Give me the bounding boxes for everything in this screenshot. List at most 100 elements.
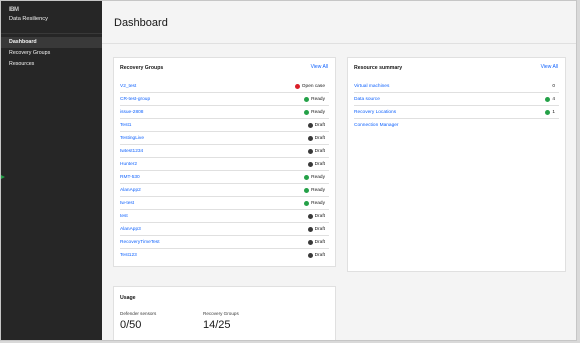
status-badge: Draft	[307, 226, 329, 232]
status-badge: Draft	[307, 239, 329, 245]
status-badge: Draft	[307, 135, 329, 141]
status-badge: Draft	[307, 148, 329, 154]
recovery-group-link[interactable]: Test1	[120, 123, 131, 128]
status-badge: Ready	[304, 200, 329, 206]
status-dot-icon	[294, 83, 300, 89]
usage-card: Usage Defender sensors 0/50 Recovery Gro…	[113, 286, 336, 340]
table-row: RecoveryTimeTest Draft	[120, 236, 329, 249]
table-row: CR-test-group Ready	[120, 93, 329, 106]
count-value: 4	[552, 96, 555, 102]
status-dot-icon	[307, 253, 313, 258]
recovery-group-link[interactable]: tw-test	[120, 201, 134, 206]
main-content: Dashboard Recovery Groups View All V2_te…	[102, 1, 576, 340]
status-dot-icon	[307, 239, 313, 245]
recovery-group-link[interactable]: TestingLive	[120, 136, 144, 141]
sidebar: IBM Data Resiliency Dashboard Recovery G…	[1, 1, 102, 340]
sidebar-item-recovery-groups[interactable]: Recovery Groups	[1, 48, 102, 59]
recovery-group-link[interactable]: RMT-530	[120, 175, 140, 180]
status-dot-icon	[545, 109, 551, 115]
resource-link[interactable]: Virtual machines	[354, 84, 389, 89]
status-text: Open case	[301, 83, 325, 89]
expand-arrow-icon[interactable]	[1, 175, 5, 179]
sidebar-item-dashboard[interactable]: Dashboard	[1, 37, 102, 48]
status-dot-icon	[304, 187, 310, 193]
table-row: V2_test Open case	[120, 80, 329, 93]
recovery-group-link[interactable]: test	[120, 214, 128, 219]
table-row: Hunter2 Draft	[120, 158, 329, 171]
status-dot-icon	[307, 135, 313, 141]
status-text: Ready	[311, 200, 325, 206]
recovery-group-link[interactable]: twtest1234	[120, 149, 143, 154]
status-text: Draft	[314, 239, 325, 245]
status-text: Ready	[311, 109, 325, 115]
status-dot-icon	[307, 148, 313, 154]
resource-link[interactable]: Connection Manager	[354, 123, 399, 128]
table-row: Virtual machines 0	[354, 80, 559, 93]
status-dot-icon	[304, 109, 310, 115]
status-badge: Ready	[304, 109, 329, 115]
sidebar-item-resources[interactable]: Resources	[1, 59, 102, 70]
table-row: AlanApp3 Draft	[120, 223, 329, 236]
table-row: AlanApp2 Ready	[120, 184, 329, 197]
status-text: Draft	[314, 161, 325, 167]
status-badge: Ready	[304, 187, 329, 193]
resource-summary-card: Resource summary View All Virtual machin…	[347, 57, 566, 272]
status-badge: Draft	[307, 253, 329, 258]
table-row: Test123 Draft	[120, 249, 329, 262]
recovery-group-link[interactable]: CR-test-group	[120, 97, 150, 102]
resource-count: 1	[545, 109, 559, 115]
status-badge: Draft	[307, 161, 329, 167]
side-nav: Dashboard Recovery Groups Resources	[1, 37, 102, 70]
status-dot-icon	[545, 96, 551, 102]
status-badge: Draft	[307, 213, 329, 219]
recovery-groups-list: V2_test Open case CR-test-group Ready issue-…	[114, 80, 335, 262]
status-text: Ready	[311, 187, 325, 193]
recovery-group-link[interactable]: issue-2808	[120, 110, 143, 115]
table-row: Data source 4	[354, 93, 559, 106]
table-row: Connection Manager	[354, 119, 559, 132]
resource-link[interactable]: Data source	[354, 97, 380, 102]
status-dot-icon	[307, 213, 313, 219]
table-row: TestingLive Draft	[120, 132, 329, 145]
table-row: Test1 Draft	[120, 119, 329, 132]
view-all-recovery-groups-link[interactable]: View All	[311, 64, 328, 70]
resource-count: 0	[552, 84, 559, 89]
status-text: Draft	[314, 253, 325, 258]
table-row: test Draft	[120, 210, 329, 223]
recovery-group-link[interactable]: AlanApp2	[120, 188, 141, 193]
status-text: Draft	[314, 135, 325, 141]
brand[interactable]: IBM Data Resiliency	[1, 1, 102, 34]
status-dot-icon	[304, 174, 310, 180]
recovery-group-link[interactable]: AlanApp3	[120, 227, 141, 232]
recovery-group-link[interactable]: RecoveryTimeTest	[120, 240, 160, 245]
status-dot-icon	[304, 96, 310, 102]
metric-value: 0/50	[120, 319, 142, 331]
card-header: Recovery Groups View All	[114, 58, 335, 76]
recovery-group-link[interactable]: Hunter2	[120, 162, 137, 167]
status-dot-icon	[304, 200, 310, 206]
recovery-group-link[interactable]: Test123	[120, 253, 137, 258]
recovery-groups-card: Recovery Groups View All V2_test Open cas…	[113, 57, 336, 267]
view-all-resources-link[interactable]: View All	[541, 64, 558, 70]
table-row: Recovery Locations 1	[354, 106, 559, 119]
ibm-logo-icon: IBM	[9, 7, 19, 13]
resource-link[interactable]: Recovery Locations	[354, 110, 396, 115]
card-title: Resource summary	[354, 65, 403, 71]
page-title: Dashboard	[114, 17, 168, 29]
divider	[102, 43, 576, 44]
table-row: tw-test Ready	[120, 197, 329, 210]
status-text: Draft	[314, 148, 325, 154]
metric-value: 14/25	[203, 319, 231, 331]
recovery-groups-metric: Recovery Groups 14/25	[203, 311, 239, 331]
count-value: 1	[552, 109, 555, 115]
metric-label: Defender sensors	[120, 311, 157, 316]
resource-summary-list: Virtual machines 0 Data source 4 Recovery Lo…	[348, 80, 565, 132]
status-dot-icon	[307, 226, 313, 232]
status-badge: Draft	[307, 122, 329, 128]
recovery-group-link[interactable]: V2_test	[120, 84, 136, 89]
status-badge: Ready	[304, 96, 329, 102]
app-window: IBM Data Resiliency Dashboard Recovery G…	[0, 0, 577, 341]
status-text: Draft	[314, 226, 325, 232]
resource-count: 4	[545, 96, 559, 102]
table-row: twtest1234 Draft	[120, 145, 329, 158]
